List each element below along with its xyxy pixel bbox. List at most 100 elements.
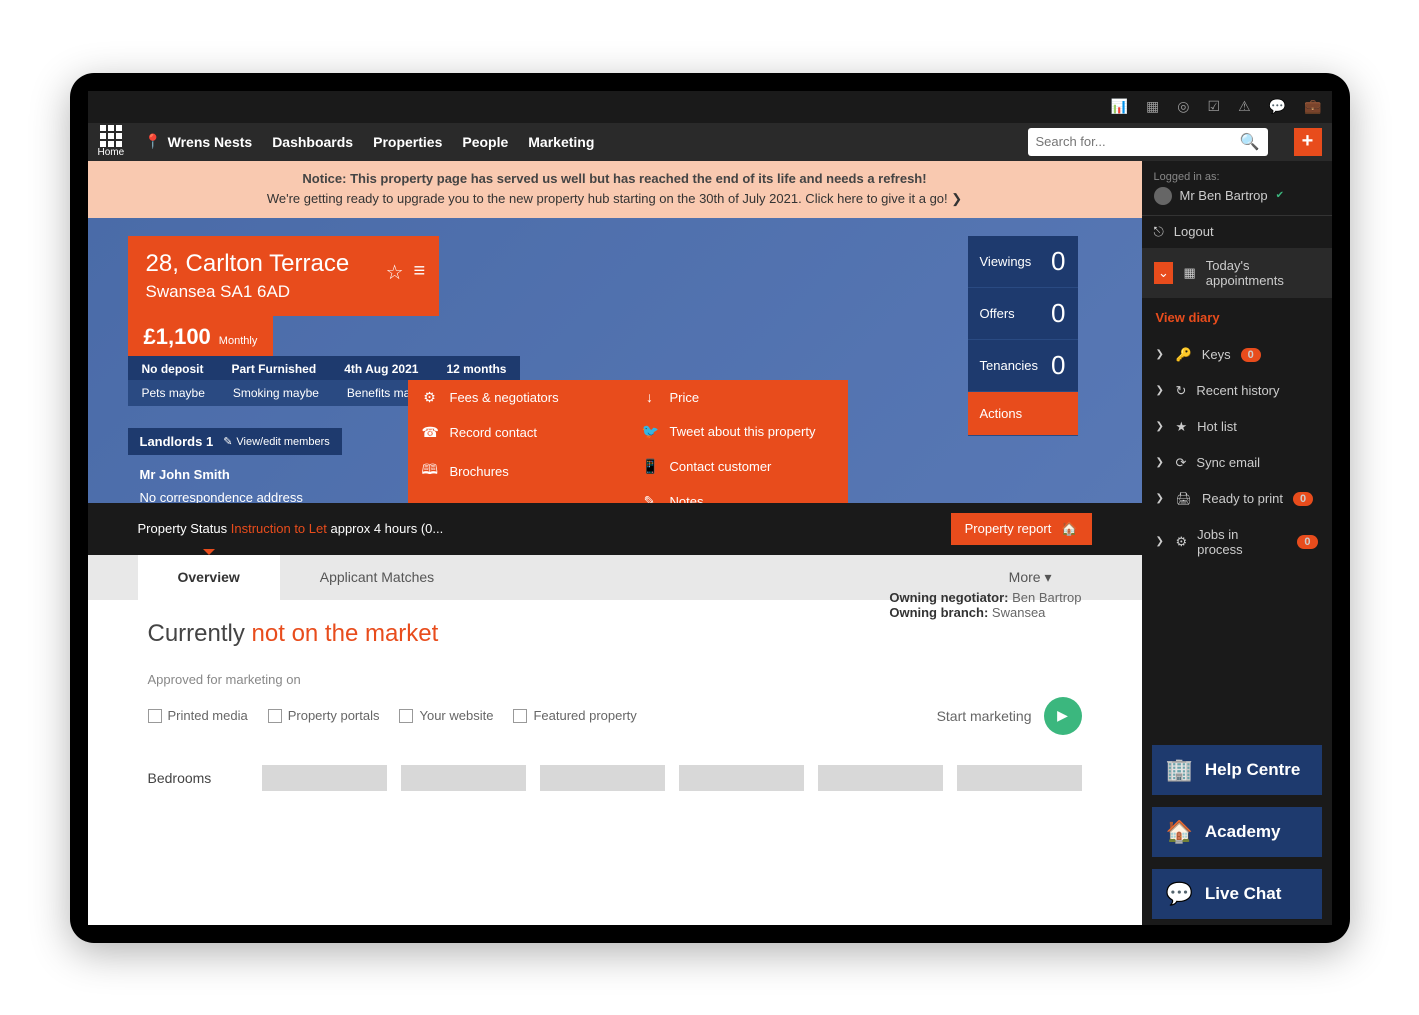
placeholder-block — [818, 765, 943, 791]
action-item[interactable]: ☎Record contact — [408, 415, 628, 450]
action-label: Brochures — [450, 464, 509, 479]
placeholder-block — [540, 765, 665, 791]
status-time: approx 4 hours (0... — [330, 521, 443, 536]
chevron-down-icon: ⌄ — [1154, 262, 1174, 284]
status-label: Property Status — [138, 521, 228, 536]
attrs-row-1: No deposit Part Furnished 4th Aug 2021 1… — [128, 356, 521, 382]
verified-icon: ✔ — [1276, 190, 1284, 201]
nav-properties[interactable]: Properties — [373, 134, 442, 150]
action-item[interactable]: 📱Contact customer — [628, 449, 848, 484]
action-item[interactable]: 🐦 Tweet about this property — [628, 414, 848, 449]
stat-viewings[interactable]: Viewings0 — [968, 236, 1078, 288]
search-input[interactable] — [1036, 134, 1240, 149]
search-box[interactable]: 🔍 — [1028, 128, 1268, 156]
target-icon[interactable]: ◎ — [1177, 98, 1189, 115]
nav-people[interactable]: People — [462, 134, 508, 150]
tab-overview[interactable]: Overview — [138, 555, 280, 600]
side-item[interactable]: ❯🖨Ready to print0 — [1142, 481, 1332, 517]
add-button[interactable]: + — [1294, 128, 1322, 156]
action-item[interactable]: 🕮Brochures — [408, 450, 628, 492]
action-item[interactable]: ⚙Fees & negotiators — [408, 380, 628, 415]
action-item[interactable]: ☑Create Task — [408, 492, 628, 503]
overview-panel: Owning negotiator: Ben Bartrop Owning br… — [88, 600, 1142, 925]
home-label: Home — [98, 147, 125, 158]
stat-tenancies[interactable]: Tenancies0 — [968, 340, 1078, 392]
search-icon[interactable]: 🔍 — [1240, 132, 1260, 152]
action-icon: 📱 — [642, 458, 658, 475]
stat-offers[interactable]: Offers0 — [968, 288, 1078, 340]
property-subtitle: Swansea SA1 6AD — [146, 282, 350, 302]
action-item[interactable]: ✎Notes — [628, 484, 848, 503]
chevron-right-icon: ❯ — [1156, 536, 1166, 547]
side-item[interactable]: ❯⚙Jobs in process0 — [1142, 517, 1332, 567]
side-item[interactable]: ❯🔑Keys0 — [1142, 337, 1332, 373]
action-icon: ☎ — [422, 424, 438, 441]
property-report-button[interactable]: Property report🏠 — [951, 513, 1092, 545]
chevron-right-icon: ❯ — [1156, 457, 1166, 468]
chevron-right-icon: ❯ — [1156, 421, 1166, 432]
badge: 0 — [1297, 535, 1317, 549]
landlord-card: Landlords 1 ✎ View/edit members Mr John … — [128, 428, 342, 503]
stat-actions[interactable]: Actions — [968, 392, 1078, 436]
menu-icon[interactable]: ≡ — [414, 260, 426, 285]
action-label: Tweet about this property — [670, 424, 816, 439]
bedrooms-label: Bedrooms — [148, 770, 248, 786]
briefcase-icon[interactable]: 💼 — [1304, 98, 1321, 115]
side-item-icon: ⟳ — [1176, 455, 1187, 471]
badge: 0 — [1293, 492, 1313, 506]
logout-icon: ⎋ — [1154, 224, 1164, 240]
side-item[interactable]: ❯★Hot list — [1142, 409, 1332, 445]
calendar-icon: ▦ — [1183, 265, 1195, 281]
tab-applicant-matches[interactable]: Applicant Matches — [280, 555, 474, 600]
check-featured-property[interactable]: Featured property — [513, 708, 636, 723]
chat-icon[interactable]: 💬 — [1269, 98, 1286, 115]
home-button[interactable]: Home — [98, 125, 125, 158]
view-diary-link[interactable]: View diary — [1142, 298, 1332, 337]
notice-banner[interactable]: Notice: This property page has served us… — [88, 161, 1142, 219]
chart-icon[interactable]: 📊 — [1111, 98, 1128, 115]
nav-dashboards[interactable]: Dashboards — [272, 134, 353, 150]
check-printed-media[interactable]: Printed media — [148, 708, 248, 723]
placeholder-block — [679, 765, 804, 791]
edit-members-link[interactable]: ✎ View/edit members — [223, 435, 330, 448]
star-icon[interactable]: ☆ — [386, 260, 404, 285]
side-item-icon: ★ — [1176, 419, 1188, 435]
help-centre-button[interactable]: 🏢Help Centre — [1152, 745, 1322, 795]
landlord-header: Landlords 1 — [140, 434, 214, 449]
landlord-name: Mr John Smith — [140, 463, 330, 486]
calendar-icon[interactable]: ▦ — [1146, 98, 1159, 115]
alert-icon[interactable]: ⚠ — [1238, 98, 1251, 115]
brand-name[interactable]: 📍 Wrens Nests — [144, 133, 252, 150]
grid-icon — [100, 125, 122, 147]
action-item[interactable]: ↓Price — [628, 380, 848, 414]
side-item-label: Sync email — [1196, 455, 1260, 470]
chevron-right-icon: ❯ — [1156, 349, 1166, 360]
landlord-noaddr: No correspondence address — [140, 486, 330, 502]
badge: 0 — [1241, 348, 1261, 362]
home-icon: 🏠 — [1061, 521, 1077, 537]
side-item-label: Keys — [1202, 347, 1231, 362]
action-icon: 🐦 — [642, 423, 658, 440]
user-box: Logged in as: Mr Ben Bartrop ✔ — [1142, 161, 1332, 216]
start-marketing-button[interactable]: ▶ — [1044, 697, 1082, 735]
check-your-website[interactable]: Your website — [399, 708, 493, 723]
side-item[interactable]: ❯↻Recent history — [1142, 373, 1332, 409]
approved-label: Approved for marketing on — [148, 672, 1082, 687]
start-marketing-label: Start marketing — [937, 708, 1032, 724]
side-item[interactable]: ❯ ⟳ Sync email — [1142, 445, 1332, 481]
today-appointments[interactable]: ⌄ ▦ Today's appointments — [1142, 248, 1332, 298]
price-period: Monthly — [219, 335, 258, 347]
status-value: Instruction to Let — [231, 521, 327, 536]
nav-marketing[interactable]: Marketing — [528, 134, 594, 150]
logout-button[interactable]: ⎋ Logout — [1142, 216, 1332, 248]
help-icon: 🏢 — [1166, 757, 1193, 783]
academy-button[interactable]: 🏠Academy — [1152, 807, 1322, 857]
action-icon: ⚙ — [422, 389, 438, 406]
checkbox-icon[interactable]: ☑ — [1208, 98, 1221, 115]
market-heading: Currently not on the market — [148, 620, 1082, 648]
check-property-portals[interactable]: Property portals — [268, 708, 380, 723]
chevron-right-icon: ❯ — [1156, 385, 1166, 396]
live-chat-button[interactable]: 💬Live Chat — [1152, 869, 1322, 919]
notice-line2: We're getting ready to upgrade you to th… — [100, 189, 1130, 210]
placeholder-block — [957, 765, 1082, 791]
